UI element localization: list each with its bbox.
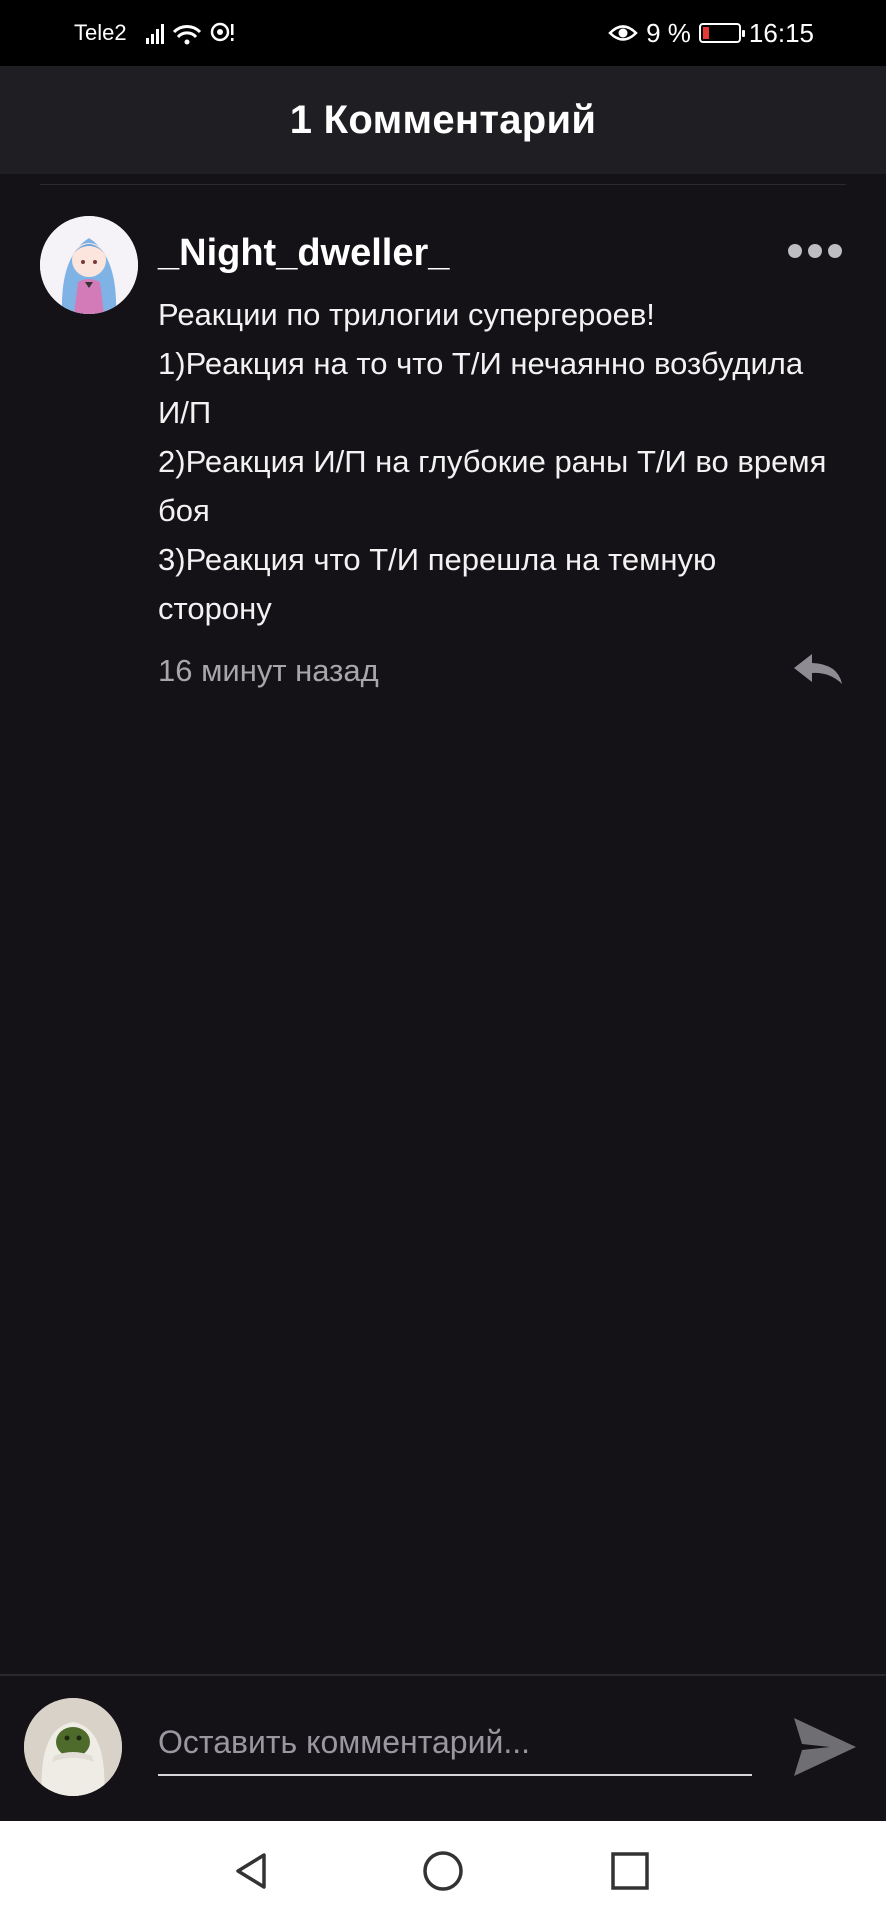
avatar-image xyxy=(40,216,138,314)
signal-icon xyxy=(146,22,234,45)
more-icon[interactable] xyxy=(788,244,842,258)
page-title: 1 Комментарий xyxy=(289,97,597,142)
status-bar: Tele2 9 % 16:15 xyxy=(0,0,886,66)
user-avatar[interactable] xyxy=(24,1698,122,1796)
carrier-name: Tele2 xyxy=(74,20,127,45)
more-dot xyxy=(828,244,842,258)
send-icon[interactable] xyxy=(790,1714,860,1780)
more-dot xyxy=(808,244,822,258)
system-nav-bar xyxy=(0,1821,886,1920)
battery-percent: 9 % xyxy=(646,17,691,48)
back-nav-icon[interactable] xyxy=(230,1849,274,1893)
home-nav-icon[interactable] xyxy=(421,1849,465,1893)
comment-text: Реакции по трилогии супергероев! 1)Реакц… xyxy=(158,297,827,626)
reply-icon[interactable] xyxy=(790,650,846,690)
avatar-image xyxy=(24,1698,122,1796)
comment-input[interactable] xyxy=(158,1710,752,1776)
comment-timestamp: 16 минут назад xyxy=(158,653,379,688)
clock: 16:15 xyxy=(748,17,814,48)
author-username[interactable]: _Night_dweller_ xyxy=(158,232,449,275)
more-dot xyxy=(788,244,802,258)
comment-composer xyxy=(0,1676,886,1821)
divider xyxy=(40,184,846,185)
status-right: 9 % 16:15 xyxy=(608,16,814,50)
app-header: 1 Комментарий xyxy=(0,66,886,174)
recents-nav-icon[interactable] xyxy=(608,1849,652,1893)
eye-comfort-icon xyxy=(608,25,638,41)
battery-icon xyxy=(698,23,745,43)
author-avatar[interactable] xyxy=(40,216,138,314)
